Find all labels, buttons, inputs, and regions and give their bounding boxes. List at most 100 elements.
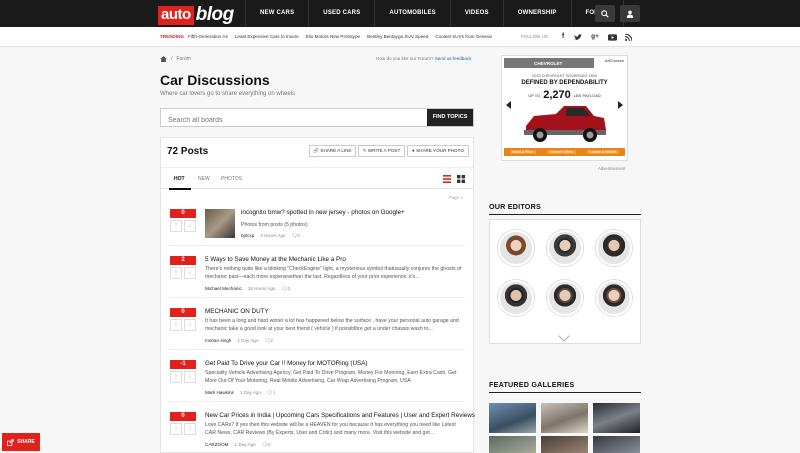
- vote-score: 0: [170, 209, 196, 218]
- trending-item[interactable]: Fifth-Generation A4: [188, 34, 228, 39]
- twitter-icon[interactable]: [572, 31, 584, 43]
- post-author[interactable]: Michael Mechanic: [205, 286, 242, 292]
- breadcrumb-separator: /: [171, 56, 173, 62]
- post-title[interactable]: MECHANIC ON DUTY: [205, 308, 269, 315]
- post-title[interactable]: New Car Prices in India | Upcoming Cars …: [205, 412, 475, 419]
- breadcrumb-forum[interactable]: Forum: [176, 56, 190, 62]
- feedback-link[interactable]: Send us feedback: [435, 56, 472, 61]
- top-navigation: auto blog NEW CARS USED CARS AUTOMOBILES…: [0, 0, 800, 27]
- facebook-icon[interactable]: f: [557, 31, 569, 43]
- upvote-button[interactable]: ↑: [170, 423, 182, 435]
- comment-count[interactable]: 🗨2: [265, 338, 273, 344]
- trending-item[interactable]: Bentley Bentayga SUV Speed: [367, 34, 428, 39]
- downvote-button[interactable]: ↓: [184, 319, 196, 331]
- current-offers-button[interactable]: Current Offers: [547, 150, 576, 154]
- post-time: 1 Day Ago: [237, 338, 259, 343]
- share-button[interactable]: SHARE: [2, 433, 40, 451]
- search-input[interactable]: [161, 112, 421, 129]
- pencil-icon: ✎: [362, 148, 367, 153]
- upvote-button[interactable]: ↑: [170, 319, 182, 331]
- ad-next-arrow-icon[interactable]: [617, 101, 623, 109]
- search-icon: [601, 9, 609, 18]
- logo-blog: blog: [195, 4, 235, 25]
- nav-automobiles[interactable]: AUTOMOBILES: [374, 0, 449, 27]
- gallery-thumbnail[interactable]: [593, 436, 640, 453]
- editor-avatar[interactable]: [596, 230, 632, 266]
- follow-us-label: FOLLOW US: [521, 34, 549, 39]
- upvote-button[interactable]: ↑: [170, 371, 182, 383]
- nav-used-cars[interactable]: USED CARS: [308, 0, 374, 27]
- post-meta: bplcxp 3 Hours Ago 🗨0: [241, 233, 300, 239]
- locate-vehicle-button[interactable]: Locate A Vehicle: [587, 150, 620, 154]
- breadcrumb: / Forum: [160, 56, 191, 62]
- nav-videos[interactable]: VIDEOS: [449, 0, 503, 27]
- gallery-thumbnail[interactable]: [489, 403, 536, 433]
- downvote-button[interactable]: ↓: [184, 267, 196, 279]
- grid-view-icon[interactable]: [457, 175, 465, 183]
- list-view-icon[interactable]: [443, 175, 451, 183]
- comment-count[interactable]: 🗨3: [282, 286, 290, 292]
- adchoices-label[interactable]: AdChoices: [605, 58, 624, 63]
- editor-avatar[interactable]: [596, 280, 632, 316]
- find-topics-button[interactable]: FIND TOPICS: [427, 109, 473, 126]
- comment-count[interactable]: 🗨1: [267, 390, 275, 396]
- post-author[interactable]: bplcxp: [241, 233, 254, 239]
- comment-count[interactable]: 🗨0: [262, 442, 270, 448]
- editor-avatar[interactable]: [547, 230, 583, 266]
- share-link-button[interactable]: 🔗 SHARE A LINK: [309, 145, 356, 157]
- post-title[interactable]: Get Paid To Drive your Car !! Money for …: [205, 360, 368, 367]
- divider: [169, 245, 465, 246]
- downvote-button[interactable]: ↓: [184, 220, 196, 232]
- main-nav: NEW CARS USED CARS AUTOMOBILES VIDEOS OW…: [245, 0, 624, 27]
- comment-count[interactable]: 🗨0: [292, 233, 300, 239]
- post-thumbnail[interactable]: [205, 209, 235, 238]
- active-tab-indicator: [169, 188, 191, 190]
- post-author[interactable]: CARZOOM: [205, 442, 228, 448]
- tab-new[interactable]: NEW: [198, 176, 210, 182]
- editor-avatar[interactable]: [547, 280, 583, 316]
- gallery-thumbnail[interactable]: [541, 436, 588, 453]
- account-button[interactable]: [620, 5, 640, 22]
- nav-new-cars[interactable]: NEW CARS: [245, 0, 308, 27]
- post-title[interactable]: 5 Ways to Save Money at the Mechanic Lik…: [205, 256, 346, 263]
- youtube-icon[interactable]: [606, 31, 618, 43]
- link-icon: 🔗: [313, 148, 320, 153]
- home-icon[interactable]: [160, 56, 167, 62]
- post-excerpt: Love CARs? If yes then this website will…: [205, 422, 456, 436]
- tab-hot[interactable]: HOT: [174, 176, 185, 182]
- post-excerpt: It has been a long and hard winter a lot…: [205, 318, 459, 332]
- trending-item[interactable]: Coolest SUVs from Geneva: [435, 34, 491, 39]
- post-tabs: HOT NEW PHOTOS: [161, 167, 473, 190]
- ad-prev-arrow-icon[interactable]: [506, 101, 512, 109]
- nav-ownership[interactable]: OWNERSHIP: [502, 0, 571, 27]
- chevrolet-ad[interactable]: CHEVROLET AdChoices 2015 CHEVROLET SILVE…: [501, 55, 628, 161]
- post-author[interactable]: mohan singh: [205, 338, 231, 344]
- gallery-thumbnail[interactable]: [541, 403, 588, 433]
- trending-item[interactable]: Elio Motors New Prototype: [306, 34, 360, 39]
- build-price-button[interactable]: Build & Price: [509, 150, 537, 154]
- share-photo-button[interactable]: ● SHARE YOUR PHOTO: [407, 145, 469, 157]
- feedback-question: How do you like our Forum?: [376, 56, 434, 61]
- gallery-thumbnail[interactable]: [489, 436, 536, 453]
- ad-model: 2015 CHEVROLET SILVERADO 1500: [532, 74, 597, 78]
- advertisement-label: Advertisement: [598, 166, 626, 171]
- rss-icon[interactable]: [622, 31, 634, 43]
- tab-photos[interactable]: PHOTOS: [221, 176, 242, 182]
- post-title[interactable]: incognito bmw? spotted in new jersey - p…: [241, 209, 405, 216]
- search-button[interactable]: [595, 5, 615, 22]
- write-post-button[interactable]: ✎ WRITE A POST: [358, 145, 405, 157]
- editor-avatar[interactable]: [498, 280, 534, 316]
- downvote-button[interactable]: ↓: [184, 371, 196, 383]
- gallery-thumbnail[interactable]: [593, 403, 640, 433]
- google-plus-icon[interactable]: g+: [589, 31, 601, 43]
- upvote-button[interactable]: ↑: [170, 220, 182, 232]
- trending-item[interactable]: Least Expensive Cars to Insure: [235, 34, 299, 39]
- post-time: 1 Day Ago: [239, 390, 262, 395]
- chevron-down-icon[interactable]: [558, 330, 570, 342]
- editors-heading-rule: [489, 214, 641, 215]
- autoblog-logo[interactable]: auto blog: [158, 3, 234, 25]
- editor-avatar[interactable]: [498, 230, 534, 266]
- post-author[interactable]: Mark Hawkins: [205, 390, 234, 396]
- downvote-button[interactable]: ↓: [184, 423, 196, 435]
- upvote-button[interactable]: ↑: [170, 267, 182, 279]
